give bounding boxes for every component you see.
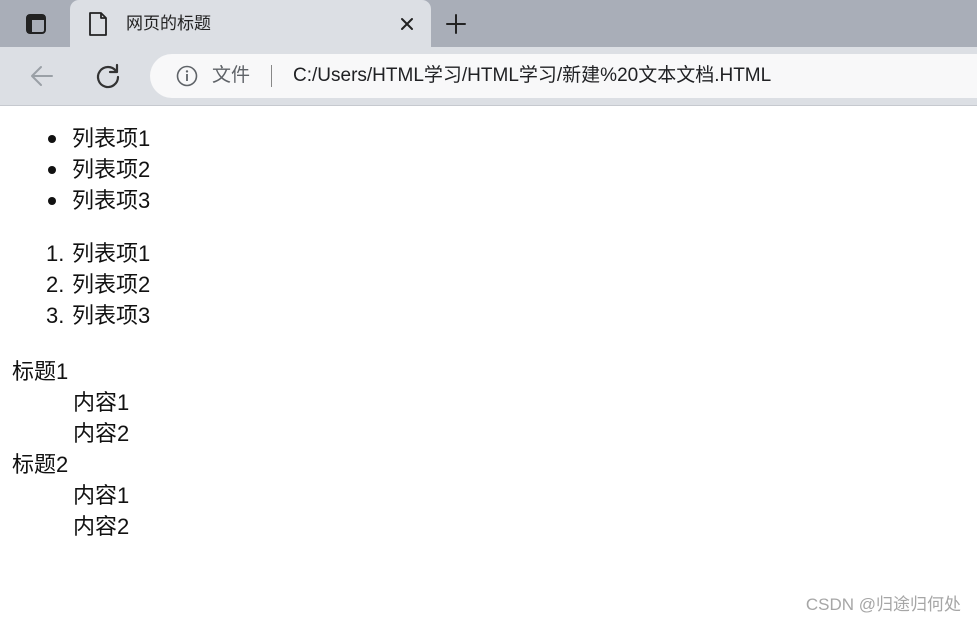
- definition-term: 标题2: [12, 452, 69, 477]
- definition-detail: 内容2: [73, 514, 130, 539]
- reload-icon: [96, 63, 120, 89]
- address-divider: [271, 65, 272, 87]
- tab-actions-icon: [26, 14, 46, 34]
- tab-title: 网页的标题: [126, 14, 211, 33]
- list-item-text: 列表项2: [72, 272, 151, 297]
- address-bar[interactable]: 文件 C:/Users/HTML学习/HTML学习/新建%20文本文档.HTML: [150, 54, 977, 98]
- file-scheme-label: 文件: [212, 65, 251, 86]
- definition-detail: 内容1: [73, 390, 130, 415]
- list-item-text: 列表项1: [72, 126, 151, 151]
- info-icon[interactable]: [176, 65, 198, 87]
- tab-actions-button[interactable]: [14, 11, 58, 37]
- list-item-text: 列表项1: [72, 241, 151, 266]
- page-icon: [89, 12, 107, 36]
- active-tab[interactable]: 网页的标题: [70, 0, 431, 47]
- list-item-number: 3.: [46, 303, 65, 328]
- new-tab-button[interactable]: [440, 9, 472, 39]
- reload-button[interactable]: [92, 60, 124, 92]
- watermark: CSDN @归途归何处: [805, 595, 961, 614]
- plus-icon: [446, 14, 466, 34]
- back-button[interactable]: [26, 60, 58, 92]
- list-item-text: 列表项2: [72, 157, 151, 182]
- close-icon: [401, 18, 413, 30]
- page-content: 列表项1 列表项2 列表项3 1. 列表项1 2. 列表项2 3. 列表项3 标…: [0, 106, 977, 623]
- back-arrow-icon: [31, 66, 53, 86]
- list-item-number: 2.: [46, 272, 65, 297]
- url-text[interactable]: C:/Users/HTML学习/HTML学习/新建%20文本文档.HTML: [293, 64, 771, 88]
- definition-detail: 内容1: [73, 483, 130, 508]
- list-item-text: 列表项3: [72, 303, 151, 328]
- bullet-icon: [48, 166, 56, 174]
- close-tab-button[interactable]: [395, 12, 419, 36]
- list-item-text: 列表项3: [72, 188, 151, 213]
- list-item-number: 1.: [46, 241, 65, 266]
- browser-toolbar: 文件 C:/Users/HTML学习/HTML学习/新建%20文本文档.HTML: [0, 47, 977, 106]
- definition-term: 标题1: [12, 359, 69, 384]
- definition-detail: 内容2: [73, 421, 130, 446]
- bullet-icon: [48, 197, 56, 205]
- definition-list: 标题1 内容1 内容2 标题2 内容1 内容2: [12, 356, 129, 542]
- tab-strip: 网页的标题: [0, 0, 977, 47]
- bullet-icon: [48, 135, 56, 143]
